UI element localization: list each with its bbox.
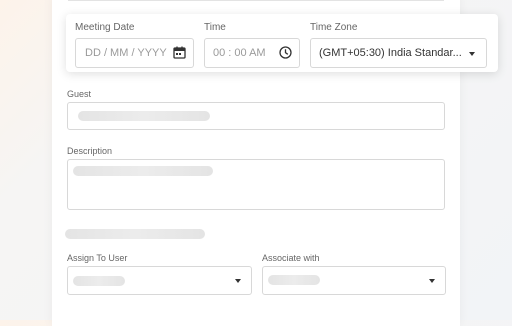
- guest-label: Guest: [67, 89, 92, 99]
- top-divider: [68, 0, 444, 1]
- guest-field[interactable]: [67, 102, 445, 130]
- time-placeholder: 00 : 00 AM: [213, 47, 266, 59]
- description-label: Description: [67, 146, 113, 156]
- meeting-date-label: Meeting Date: [75, 22, 135, 33]
- associate-loading-placeholder: [268, 275, 320, 285]
- time-label: Time: [204, 22, 226, 33]
- associate-with-select[interactable]: [262, 266, 446, 295]
- description-field[interactable]: [67, 159, 445, 210]
- assign-loading-placeholder: [73, 276, 125, 286]
- time-zone-select[interactable]: (GMT+05:30) India Standar...: [310, 38, 487, 68]
- assign-to-user-label: Assign To User: [67, 253, 128, 263]
- time-zone-value: (GMT+05:30) India Standar...: [319, 47, 462, 59]
- caret-down-icon: [235, 279, 241, 283]
- description-loading-placeholder: [73, 166, 213, 176]
- section-heading-loading: [65, 229, 205, 239]
- caret-down-icon: [429, 279, 435, 283]
- meeting-datetime-panel: Meeting Date DD / MM / YYYY Time 00 : 00…: [66, 14, 498, 72]
- associate-with-label: Associate with: [262, 253, 320, 263]
- clock-icon[interactable]: [279, 46, 292, 59]
- caret-down-icon: [469, 52, 475, 56]
- time-input[interactable]: 00 : 00 AM: [204, 38, 300, 68]
- guest-loading-placeholder: [78, 111, 210, 121]
- calendar-icon[interactable]: [173, 46, 186, 59]
- assign-to-user-select[interactable]: [67, 266, 252, 295]
- meeting-date-placeholder: DD / MM / YYYY: [85, 47, 167, 59]
- meeting-date-input[interactable]: DD / MM / YYYY: [75, 38, 194, 68]
- time-zone-label: Time Zone: [310, 22, 358, 33]
